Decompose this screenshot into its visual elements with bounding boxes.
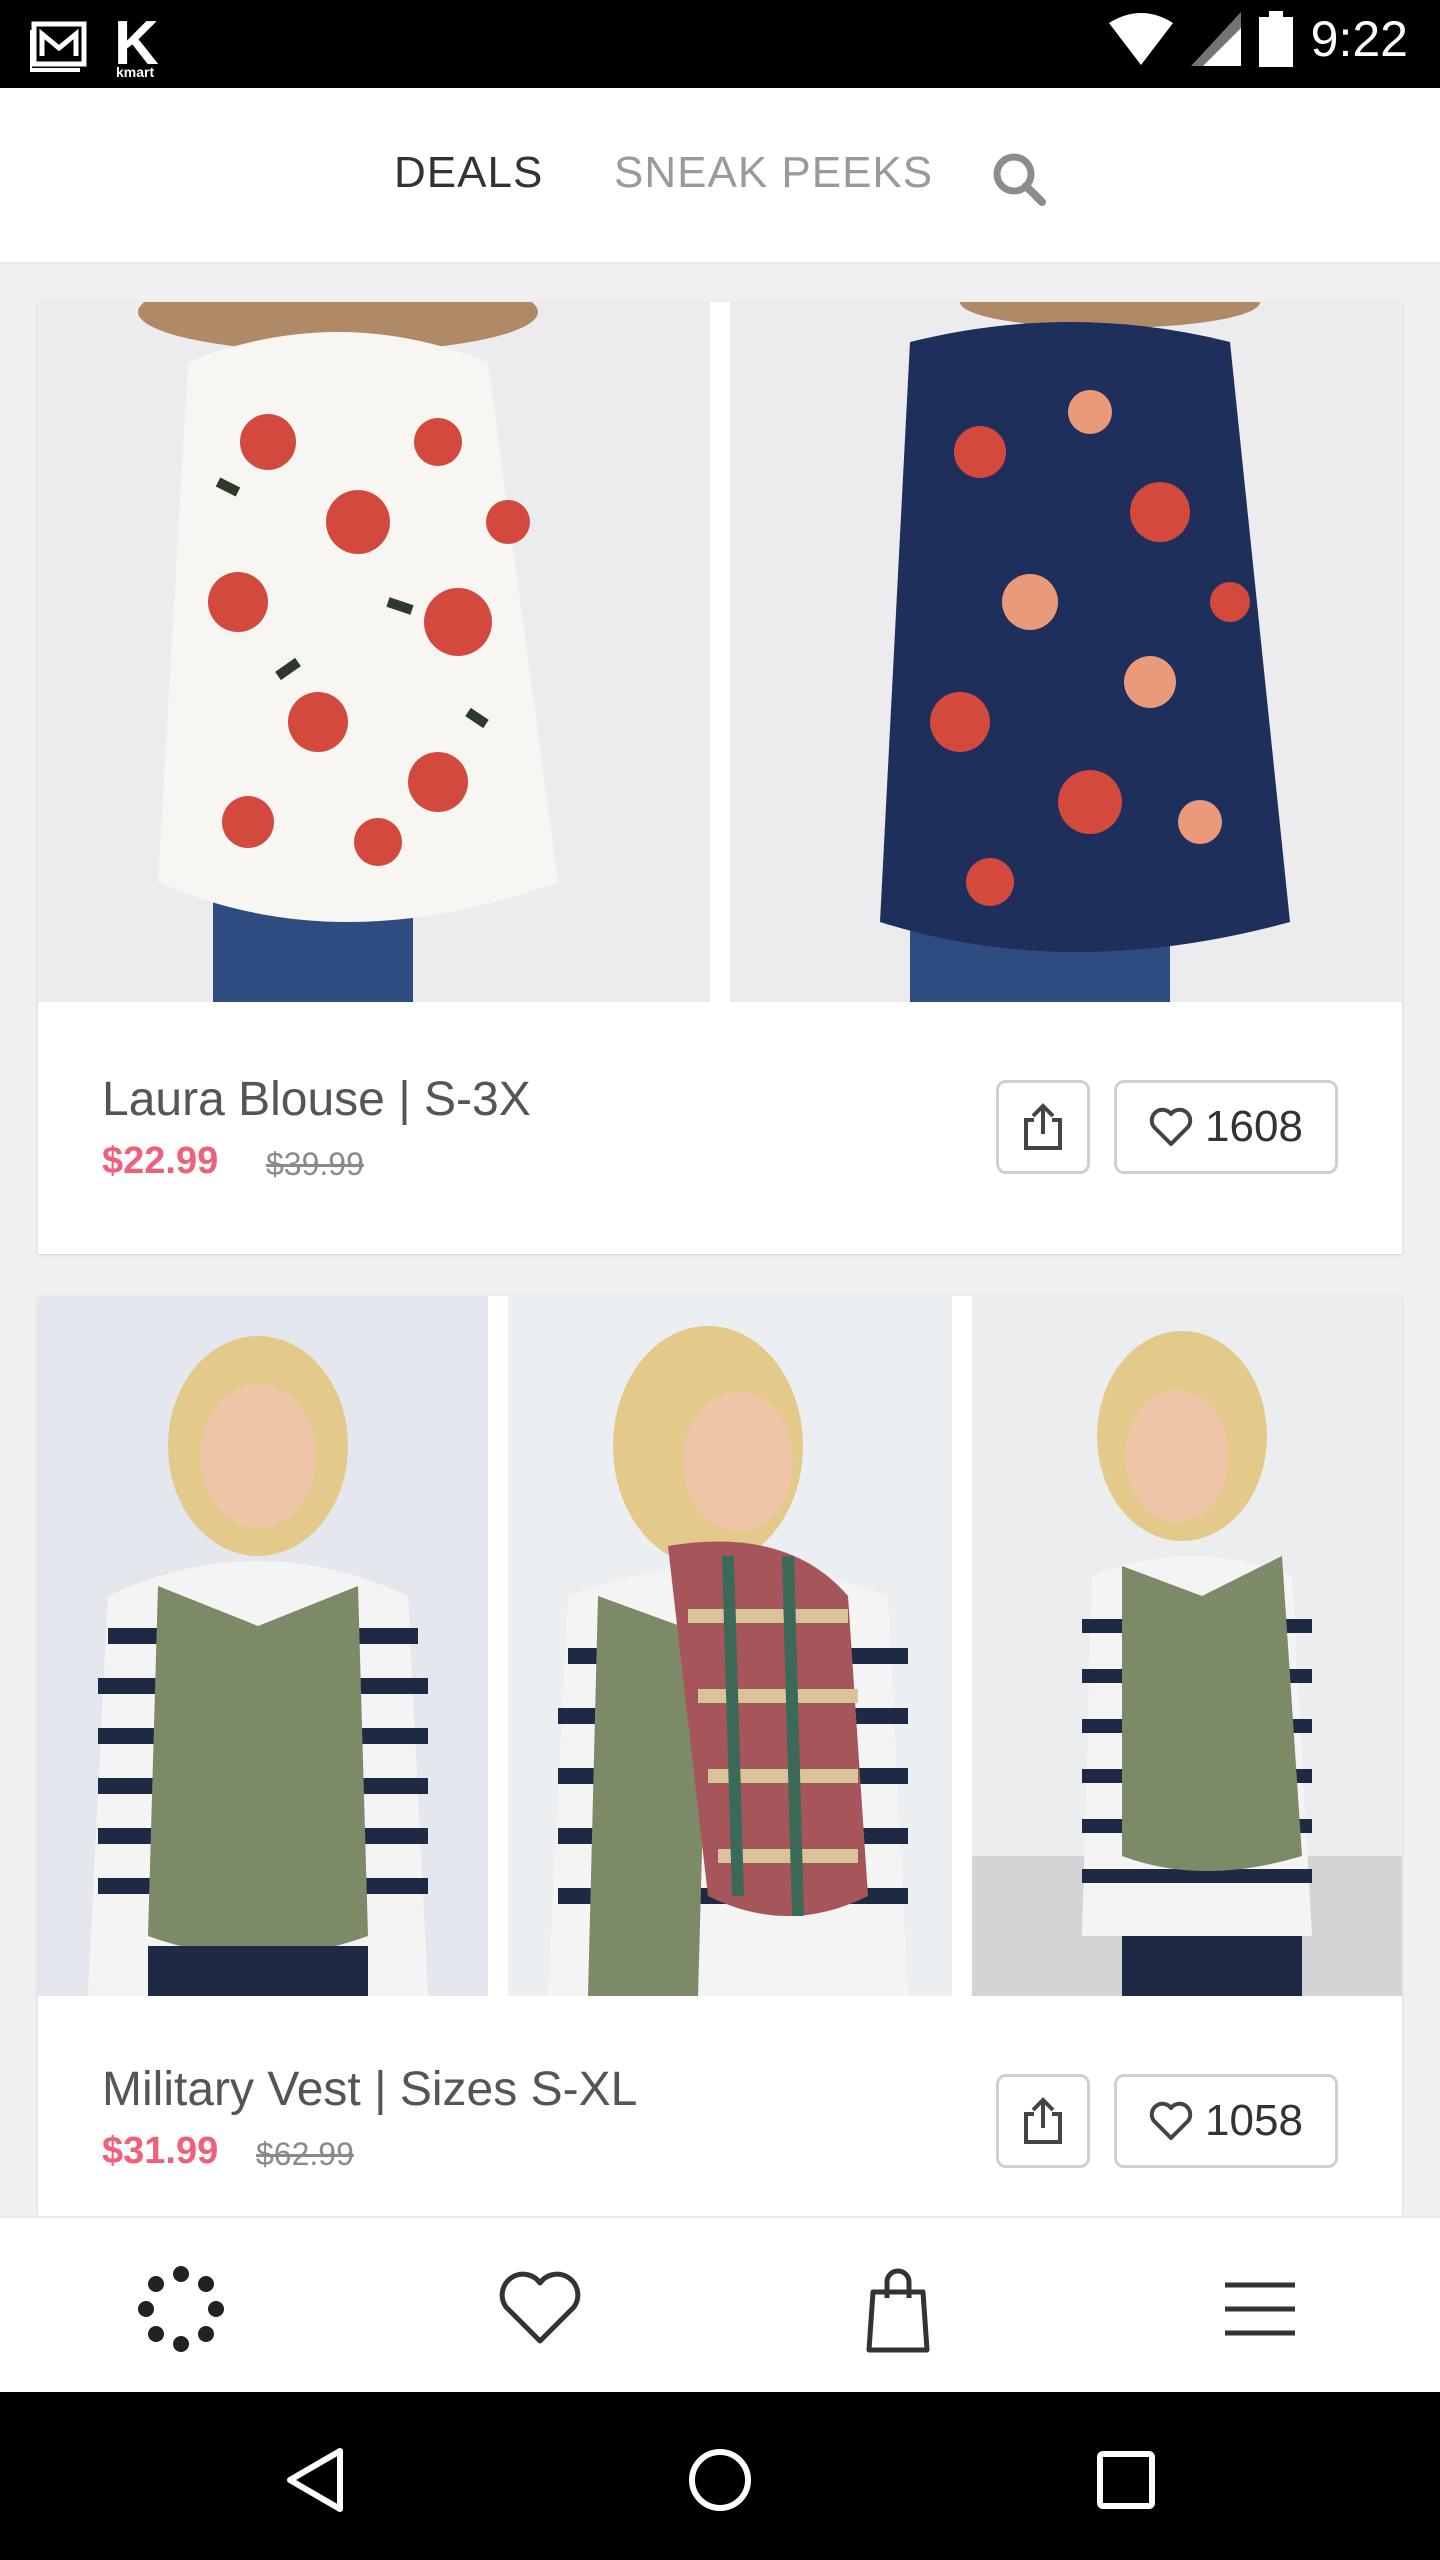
- back-triangle-icon: [287, 2448, 343, 2512]
- recents-button[interactable]: [1086, 2440, 1166, 2520]
- like-count: 1058: [1205, 2096, 1303, 2145]
- share-button[interactable]: [996, 1080, 1090, 1174]
- tab-menu[interactable]: [1215, 2264, 1305, 2354]
- tab-cart[interactable]: [853, 2264, 943, 2354]
- battery-icon: [1258, 11, 1293, 67]
- like-button[interactable]: 1608: [1114, 1080, 1338, 1174]
- deals-icon: [138, 2266, 224, 2352]
- like-count: 1608: [1205, 1102, 1303, 1151]
- product-images[interactable]: [38, 302, 1402, 1002]
- product-card[interactable]: Laura Blouse | S-3X $22.99 $39.99 1608: [38, 302, 1402, 1254]
- product-title[interactable]: Military Vest | Sizes S-XL: [102, 2062, 637, 2117]
- favorites-heart-icon: [499, 2271, 581, 2344]
- menu-icon: [1225, 2282, 1295, 2336]
- system-navigation-bar: [0, 2392, 1440, 2560]
- product-photo[interactable]: [38, 1296, 488, 1996]
- top-nav: DEALS SNEAK PEEKS: [0, 88, 1440, 264]
- wifi-icon: [1108, 13, 1173, 65]
- kmart-notification-icon: Kkmart: [114, 9, 159, 80]
- home-button[interactable]: [680, 2440, 760, 2520]
- back-button[interactable]: [274, 2440, 354, 2520]
- share-icon: [1024, 1103, 1062, 1150]
- product-original-price: $39.99: [266, 1146, 364, 1182]
- status-time: 9:22: [1310, 11, 1408, 67]
- recents-square-icon: [1097, 2451, 1155, 2509]
- tab-deals[interactable]: DEALS: [394, 148, 543, 198]
- home-circle-icon: [689, 2449, 751, 2511]
- status-bar: Kkmart 9:22: [0, 0, 1440, 88]
- heart-icon: [1149, 1107, 1193, 1146]
- search-icon[interactable]: [990, 150, 1048, 208]
- bottom-tab-bar: [0, 2216, 1440, 2394]
- share-button[interactable]: [996, 2074, 1090, 2168]
- gmail-notification-icon: [30, 21, 87, 72]
- product-price: $31.99: [102, 2130, 219, 2172]
- tab-sneak-peeks[interactable]: SNEAK PEEKS: [614, 148, 933, 198]
- heart-icon: [1149, 2101, 1193, 2140]
- product-original-price: $62.99: [256, 2136, 354, 2172]
- product-photo[interactable]: [508, 1296, 952, 1996]
- tab-deals-home[interactable]: [136, 2264, 226, 2354]
- share-icon: [1024, 2097, 1062, 2144]
- product-card[interactable]: Military Vest | Sizes S-XL $31.99 $62.99…: [38, 1296, 1402, 2216]
- product-photo[interactable]: [38, 302, 710, 1002]
- cell-signal-icon: [1190, 12, 1241, 66]
- shopping-bag-icon: [866, 2268, 930, 2353]
- like-button[interactable]: 1058: [1114, 2074, 1338, 2168]
- product-title[interactable]: Laura Blouse | S-3X: [102, 1072, 531, 1127]
- product-photo[interactable]: [730, 302, 1402, 1002]
- product-price: $22.99: [102, 1140, 219, 1182]
- product-images[interactable]: [38, 1296, 1402, 1996]
- tab-favorites[interactable]: [495, 2264, 585, 2354]
- product-photo[interactable]: [972, 1296, 1402, 1996]
